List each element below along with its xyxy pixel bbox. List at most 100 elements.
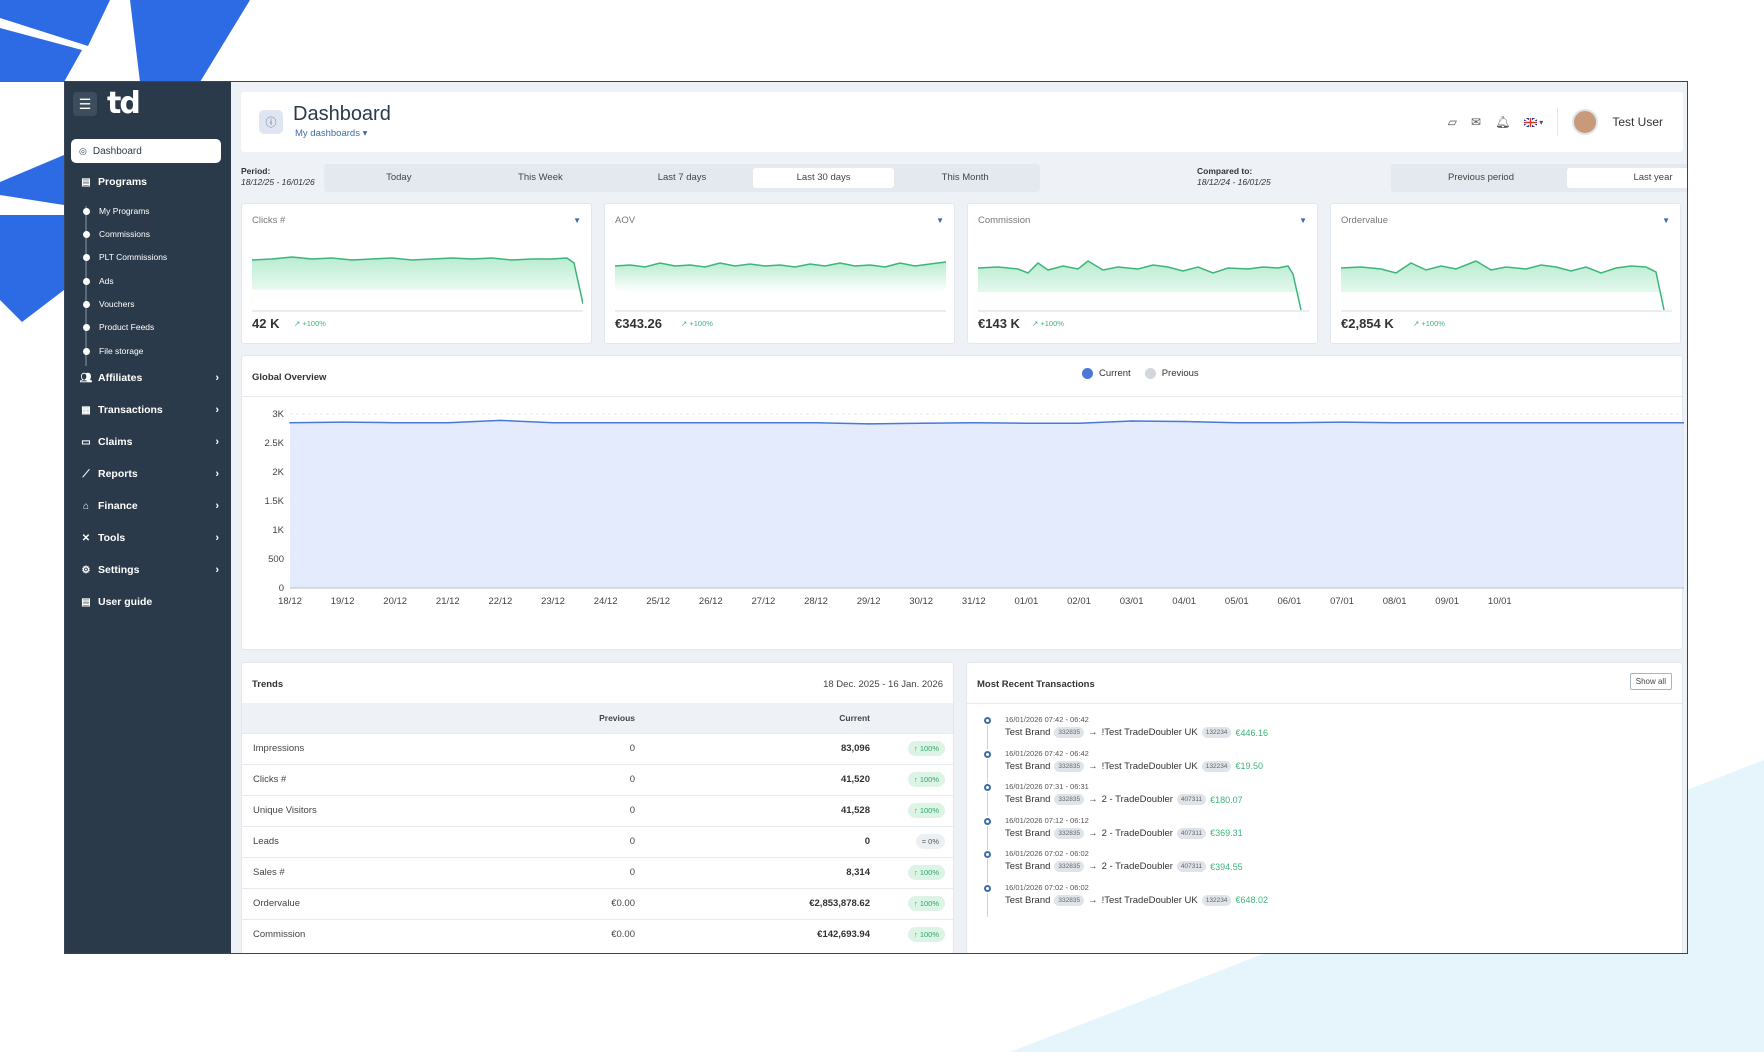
- period-last-30-days[interactable]: Last 30 days: [752, 168, 895, 188]
- data-point: [1393, 421, 1396, 424]
- chevron-right-icon: ›: [215, 500, 219, 512]
- sidebar-subitem-ads[interactable]: Ads: [83, 274, 114, 288]
- x-tick-label: 25/12: [646, 596, 670, 607]
- list-item[interactable]: 16/01/2026 07:42 - 06:42 Test Brand 332835…: [979, 748, 1479, 783]
- compare-label: Compared to: 18/12/24 - 16/01/25: [1197, 166, 1271, 187]
- col-current: Current: [647, 703, 882, 733]
- chart-legend: Current Previous: [1082, 368, 1199, 379]
- list-item[interactable]: 16/01/2026 07:12 - 06:12 Test Brand 332835…: [979, 816, 1479, 850]
- sidebar: ☰ td ◎ Dashboard ▤ Programs My Programs …: [65, 82, 231, 953]
- data-point: [710, 421, 712, 424]
- sidebar-item-dashboard[interactable]: ◎ Dashboard: [71, 139, 221, 163]
- row-label: Unique Visitors: [242, 794, 422, 826]
- avatar[interactable]: [1572, 109, 1599, 135]
- sidebar-subitem-commissions[interactable]: Commissions: [83, 227, 150, 241]
- row-previous: 0: [422, 763, 647, 795]
- col-previous: Previous: [422, 703, 647, 733]
- trends-range: 18 Dec. 2025 - 16 Jan. 2026: [823, 679, 943, 690]
- sidebar-item-claims[interactable]: ▭ Claims ›: [79, 432, 219, 452]
- tx-amount: €446.16: [1235, 727, 1268, 738]
- kpi-delta: ↗ +100%: [1413, 319, 1445, 328]
- list-item[interactable]: 16/01/2026 07:31 - 06:31 Test Brand 332835…: [979, 782, 1479, 816]
- x-tick-label: 23/12: [541, 596, 565, 607]
- row-current: 41,520: [647, 763, 882, 795]
- compare-previous-period[interactable]: Previous period: [1395, 168, 1567, 188]
- trend-badge: ↑ 100%: [907, 803, 945, 818]
- period-this-month[interactable]: This Month: [894, 168, 1036, 188]
- legend-previous[interactable]: Previous: [1162, 368, 1199, 379]
- period-last-7-days[interactable]: Last 7 days: [611, 168, 753, 188]
- table-row: Leads 0 0 = 0%: [242, 825, 953, 857]
- gear-icon: ⚙: [81, 564, 91, 576]
- flag-uk-icon[interactable]: ▾: [1524, 117, 1543, 127]
- table-row: Commission €0.00 €142,693.94 ↑ 100%: [242, 918, 953, 950]
- tx-time: 16/01/2026 07:42 - 06:42: [1005, 748, 1089, 758]
- sidebar-subitem-vouchers[interactable]: Vouchers: [83, 297, 134, 311]
- kpi-title: Commission: [978, 215, 1031, 226]
- tx-to: 2 - TradeDoubler: [1101, 861, 1173, 872]
- tx-from: Test Brand: [1005, 760, 1051, 772]
- arrow-right-icon: →: [1088, 794, 1098, 805]
- chevron-right-icon: ›: [215, 404, 219, 416]
- timeline-dot-icon: [984, 750, 991, 758]
- kpi-delta: ↗ +100%: [294, 319, 326, 328]
- sidebar-item-programs[interactable]: ▤ Programs: [79, 172, 219, 192]
- bell-icon[interactable]: 🔔︎: [1495, 115, 1510, 129]
- chevron-right-icon: ›: [215, 436, 219, 448]
- table-row: Unique Visitors 0 41,528 ↑ 100%: [242, 794, 953, 826]
- kpi-card-commission: Commission ▼ €143 K ↗ +100%: [967, 203, 1318, 344]
- data-point: [341, 421, 344, 423]
- caret-down-icon[interactable]: ▼: [573, 216, 581, 225]
- dashboard-icon: ◎: [79, 145, 87, 156]
- caret-down-icon[interactable]: ▼: [936, 216, 944, 225]
- x-tick-label: 03/01: [1120, 596, 1144, 607]
- caret-down-icon[interactable]: ▼: [1662, 216, 1670, 225]
- period-today[interactable]: Today: [328, 168, 470, 188]
- list-item[interactable]: 16/01/2026 07:02 - 06:02 Test Brand 332835…: [979, 882, 1479, 917]
- kpi-card-aov: AOV ▼ €343.26 ↗ +100%: [604, 203, 955, 344]
- sidebar-item-transactions[interactable]: ▦ Transactions ›: [79, 400, 219, 420]
- legend-current-dot: [1082, 368, 1093, 379]
- sidebar-item-affiliates[interactable]: 👥︎ Affiliates ›: [79, 368, 219, 388]
- row-current: 0: [647, 825, 882, 857]
- tx-from: Test Brand: [1005, 727, 1051, 738]
- data-point: [499, 419, 502, 422]
- period-this-week[interactable]: This Week: [470, 168, 612, 188]
- kpi-title: Clicks #: [252, 215, 286, 226]
- sidebar-item-tools[interactable]: ✕ Tools ›: [79, 528, 219, 548]
- tx-to: !Test TradeDoubler UK: [1101, 760, 1198, 772]
- caret-down-icon[interactable]: ▼: [1299, 216, 1307, 225]
- clipboard-icon: ▭: [81, 436, 91, 448]
- sidebar-subitem-file-storage[interactable]: File storage: [83, 344, 143, 358]
- feedback-icon[interactable]: ▱: [1448, 115, 1457, 129]
- row-previous: 0: [422, 825, 647, 857]
- chart-line-icon: ⟋: [82, 468, 90, 480]
- show-all-button[interactable]: Show all: [1629, 673, 1672, 690]
- user-name[interactable]: Test User: [1612, 115, 1663, 129]
- dashboards-dropdown[interactable]: My dashboards ▾: [295, 128, 367, 139]
- mail-icon[interactable]: ✉: [1471, 115, 1481, 129]
- kpi-sparkline: [978, 260, 1309, 312]
- row-previous: €0.00: [422, 918, 647, 950]
- timeline-dot-icon: [984, 717, 991, 724]
- list-item[interactable]: 16/01/2026 07:02 - 06:02 Test Brand 332835…: [979, 849, 1479, 883]
- legend-current[interactable]: Current: [1099, 368, 1131, 379]
- sidebar-subitem-product-feeds[interactable]: Product Feeds: [83, 320, 154, 334]
- kpi-card-ordervalue: Ordervalue ▼ €2,854 K ↗ +100%: [1330, 203, 1681, 344]
- row-current: €142,693.94: [647, 918, 882, 950]
- data-point: [920, 422, 922, 425]
- compare-last-year[interactable]: Last year: [1567, 168, 1687, 188]
- logo: td: [107, 86, 141, 121]
- sidebar-item-finance[interactable]: ⌂ Finance ›: [79, 496, 219, 516]
- sidebar-item-user-guide[interactable]: ▤ User guide: [79, 592, 219, 612]
- table-row: Impressions 0 83,096 ↑ 100%: [242, 732, 953, 764]
- sidebar-item-settings[interactable]: ⚙ Settings ›: [79, 560, 219, 580]
- sidebar-subitem-plt-commissions[interactable]: PLT Commissions: [83, 250, 167, 264]
- sidebar-subitem-my-programs[interactable]: My Programs: [83, 204, 150, 218]
- menu-toggle-icon[interactable]: ☰: [73, 92, 97, 116]
- arrow-right-icon: →: [1088, 727, 1098, 738]
- list-item[interactable]: 16/01/2026 07:42 - 06:42 Test Brand 332835…: [979, 715, 1479, 749]
- bank-icon: ⌂: [82, 500, 90, 512]
- sidebar-item-reports[interactable]: ⟋ Reports ›: [79, 464, 220, 484]
- tx-time: 16/01/2026 07:02 - 06:02: [1005, 882, 1089, 892]
